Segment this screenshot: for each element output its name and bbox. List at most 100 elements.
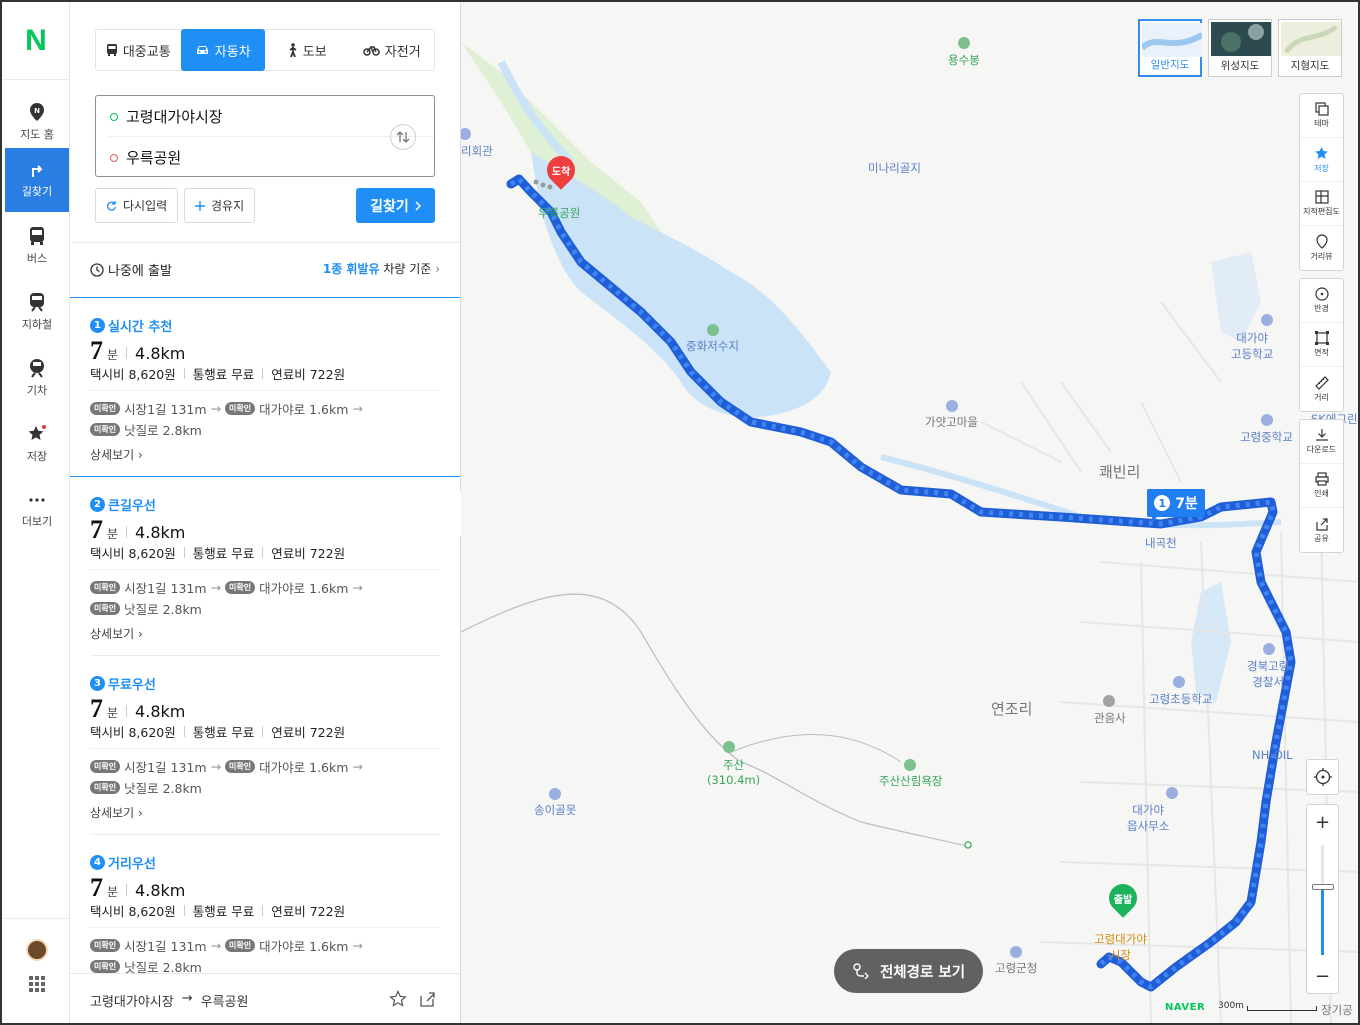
zoom-out-button[interactable]: −	[1307, 961, 1338, 991]
details-link[interactable]: 상세보기 ›	[90, 625, 143, 642]
rail-item-train[interactable]: 기차	[5, 346, 69, 410]
current-location-button[interactable]	[1306, 759, 1339, 795]
map-label: 고령군청	[995, 961, 1038, 975]
rail-item-directions[interactable]: 길찾기	[5, 148, 69, 212]
fuel-cost: 연료비 722원	[271, 904, 346, 919]
footer-arrow: →	[181, 991, 193, 1006]
star-icon	[28, 425, 46, 440]
taxi-fare: 택시비 8,620원	[90, 904, 176, 919]
map-pin-icon: N	[30, 103, 44, 121]
swap-icon	[396, 131, 410, 143]
departure-pin[interactable]: 출발	[1103, 878, 1143, 920]
view-full-route-button[interactable]: 전체경로 보기	[834, 949, 983, 993]
details-link[interactable]: 상세보기 ›	[90, 446, 143, 463]
route-option-card[interactable]: 4 거리우선 7 분 4.8km 택시비 8,620원 통행료 무료 연료비 722원 미확인 시…	[70, 835, 460, 973]
arrival-pin[interactable]: 도착	[541, 150, 581, 192]
footer-end: 우륵공원	[200, 995, 249, 1010]
zoom-in-button[interactable]: +	[1307, 807, 1338, 837]
panel-footer: 고령대가야시장 → 우륵공원	[70, 973, 460, 1023]
user-avatar[interactable]	[26, 939, 48, 961]
scale-bar	[1246, 1006, 1317, 1011]
layer-terrain[interactable]: 지형지도	[1278, 19, 1342, 77]
swap-route-button[interactable]	[390, 124, 416, 150]
road-segment: 대가야로 1.6km	[259, 760, 349, 775]
toll-fee: 통행료 무료	[192, 904, 255, 919]
layer-satellite[interactable]: 위성지도	[1208, 19, 1272, 77]
route-rank-badge: 4	[90, 855, 105, 870]
route-option-card[interactable]: 3 무료우선 7 분 4.8km 택시비 8,620원 통행료 무료 연료비 722원 미확인 시…	[70, 656, 460, 835]
divider	[90, 569, 440, 570]
rail-item-saved[interactable]: 저장	[5, 412, 69, 476]
zoom-level-fill	[1321, 889, 1324, 955]
layer-label: 지형지도	[1290, 60, 1330, 72]
rail-item-map-home[interactable]: N 지도 홈	[5, 90, 69, 154]
share-icon	[1315, 517, 1328, 531]
map-label: 가얏고마을	[925, 415, 978, 429]
tool-radius[interactable]: 반경	[1300, 279, 1343, 323]
arrow-right-icon: →	[352, 580, 363, 595]
route-option-card[interactable]: 2 큰길우선 7 분 4.8km 택시비 8,620원 통행료 무료 연료비 722원 미확인 시…	[70, 477, 460, 656]
directions-panel: 대중교통 자동차 도보 자전거 고령대가야시장 우륵공원 다시입력 경유지 길찾…	[70, 2, 461, 1023]
arrow-right-icon: →	[210, 401, 222, 416]
end-field[interactable]: 우륵공원	[110, 147, 181, 168]
divider	[262, 905, 264, 916]
tab-walk[interactable]: 도보	[265, 30, 350, 70]
depart-later-button[interactable]: 나중에 출발	[90, 260, 172, 279]
rail-item-subway[interactable]: 지하철	[5, 280, 69, 344]
rail-item-more[interactable]: 더보기	[5, 478, 69, 542]
map-label: 미나리골지	[868, 161, 921, 175]
details-link[interactable]: 상세보기 ›	[90, 804, 143, 821]
route-time-tag[interactable]: 1 7분	[1147, 489, 1205, 523]
map-label: 송이골못	[534, 803, 577, 817]
tab-car[interactable]: 자동차	[180, 29, 265, 71]
route-option-title: 3 무료우선	[90, 674, 156, 693]
zoom-slider-handle[interactable]	[1312, 884, 1334, 890]
unverified-tag: 미확인	[90, 781, 121, 794]
road-segment: 시장1길 131m	[124, 760, 207, 775]
divider	[183, 368, 185, 379]
tool-area[interactable]: 면적	[1300, 323, 1343, 367]
tool-share[interactable]: 공유	[1300, 508, 1343, 552]
layer-normal[interactable]: 일반지도	[1138, 19, 1202, 77]
arrow-right-icon: →	[352, 938, 363, 953]
more-icon	[29, 498, 45, 502]
plus-icon	[195, 200, 205, 211]
fuel-type-selector[interactable]: 1종 휘발유 차량 기준 ›	[323, 260, 440, 277]
share-icon[interactable]	[418, 990, 436, 1008]
app-grid-icon[interactable]	[29, 976, 45, 992]
tab-bicycle[interactable]: 자전거	[350, 30, 435, 70]
add-waypoint-button[interactable]: 경유지	[184, 188, 256, 223]
tool-saved[interactable]: 저장	[1300, 138, 1343, 182]
cadastral-icon	[1314, 190, 1329, 204]
tool-theme[interactable]: 테마	[1300, 94, 1343, 138]
unverified-tag: 미확인	[225, 581, 256, 594]
route-option-title: 2 큰길우선	[90, 495, 156, 514]
tool-distance[interactable]: 거리	[1300, 367, 1343, 411]
road-segments: 미확인 낫질로 2.8km	[90, 957, 202, 973]
map-canvas[interactable]: 용수봉 리회관 미나리골지 우륵공원 중화저수지 대가야 고등학교 가얏고마을 …	[461, 2, 1358, 1023]
reset-button[interactable]: 다시입력	[95, 188, 179, 223]
chevron-right-icon: ›	[138, 627, 143, 641]
tool-label: 저장	[1314, 163, 1329, 173]
duration-value: 7	[90, 515, 103, 544]
tab-transit[interactable]: 대중교통	[96, 30, 181, 70]
rail-item-bus[interactable]: 버스	[5, 214, 69, 278]
unverified-tag: 미확인	[90, 760, 121, 773]
naver-logo[interactable]: N	[2, 2, 70, 80]
depart-later-label: 나중에 출발	[108, 264, 172, 279]
map-label: 관음사	[1094, 711, 1126, 725]
find-route-button[interactable]: 길찾기	[356, 188, 435, 223]
unverified-tag: 미확인	[90, 602, 121, 615]
tool-download[interactable]: 다운로드	[1300, 420, 1343, 464]
arrow-right-icon: →	[352, 401, 363, 416]
tool-cadastral[interactable]: 지적편집도	[1300, 182, 1343, 226]
route-option-title: 4 거리우선	[90, 853, 156, 872]
route-time-distance: 7 분 4.8km	[90, 515, 185, 545]
unverified-tag: 미확인	[90, 581, 121, 594]
tool-print[interactable]: 인쇄	[1300, 464, 1343, 508]
start-field[interactable]: 고령대가야시장	[110, 106, 223, 127]
rail-label: 기차	[26, 384, 48, 397]
tool-streetview[interactable]: 거리뷰	[1300, 226, 1343, 270]
star-outline-icon[interactable]	[389, 990, 407, 1008]
route-option-card[interactable]: 1 실시간 추천 7 분 4.8km 택시비 8,620원 통행료 무료 연료비 722원 미확…	[70, 298, 460, 477]
